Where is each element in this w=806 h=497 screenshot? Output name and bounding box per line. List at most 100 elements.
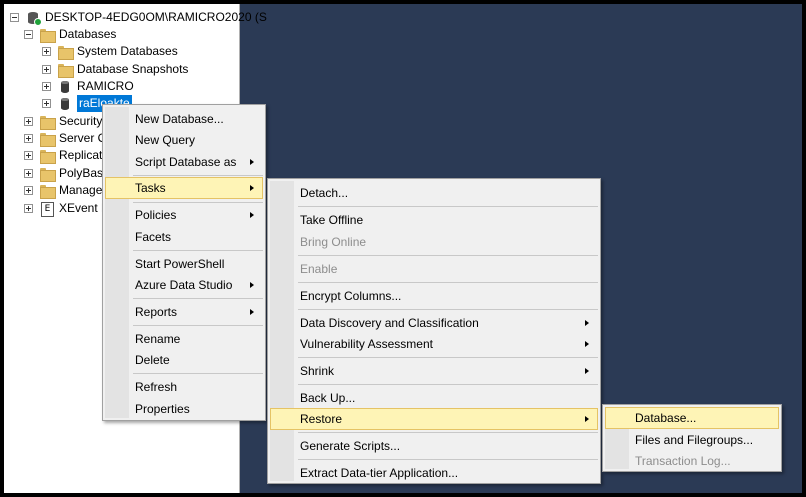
databases-label: Databases — [59, 27, 117, 41]
expand-icon[interactable] — [24, 186, 33, 195]
expand-icon[interactable] — [42, 99, 51, 108]
folder-icon — [39, 149, 56, 164]
menu-item-label: Restore — [300, 412, 343, 426]
menu-item-rename[interactable]: Rename — [105, 328, 263, 350]
tree-node-database-snapshots[interactable]: Database Snapshots — [42, 61, 188, 78]
submenu-arrow-icon — [250, 159, 254, 165]
menu-item-bring-online: Bring Online — [270, 231, 598, 253]
menu-item-label: Bring Online — [300, 235, 367, 249]
menu-item-label: Detach... — [300, 186, 349, 200]
xevent-icon — [39, 201, 55, 217]
ramicro-label: RAMICRO — [77, 79, 134, 93]
tree-node-server[interactable]: DESKTOP-4EDG0OM\RAMICRO2020 (S — [10, 9, 267, 26]
tree-node-system-databases[interactable]: System Databases — [42, 43, 178, 60]
menu-separator — [298, 357, 598, 358]
tree-node-replication[interactable]: Replicati — [24, 147, 105, 164]
folder-icon — [39, 167, 56, 182]
replication-label: Replicati — [59, 148, 106, 162]
menu-item-label: Take Offline — [300, 213, 364, 227]
submenu-arrow-icon — [585, 416, 589, 422]
folder-icon — [57, 63, 74, 78]
menu-separator — [133, 175, 263, 176]
menu-separator — [133, 202, 263, 203]
submenu-arrow-icon — [585, 341, 589, 347]
menu-item-data-discovery[interactable]: Data Discovery and Classification — [270, 312, 598, 334]
menu-item-new-database[interactable]: New Database... — [105, 108, 263, 130]
folder-icon — [39, 184, 56, 199]
menu-item-new-query[interactable]: New Query — [105, 129, 263, 151]
expand-icon[interactable] — [24, 204, 33, 213]
menu-item-label: Properties — [135, 402, 190, 416]
menu-item-label: Shrink — [300, 364, 335, 378]
menu-item-delete[interactable]: Delete — [105, 349, 263, 371]
menu-item-generate-scripts[interactable]: Generate Scripts... — [270, 435, 598, 457]
menu-item-restore[interactable]: Restore — [270, 408, 598, 430]
menu-item-label: Refresh — [135, 380, 178, 394]
menu-item-script-database-as[interactable]: Script Database as — [105, 151, 263, 173]
expand-icon[interactable] — [24, 151, 33, 160]
expand-icon[interactable] — [42, 47, 51, 56]
menu-item-back-up[interactable]: Back Up... — [270, 387, 598, 409]
management-label: Manage — [59, 183, 103, 197]
menu-item-properties[interactable]: Properties — [105, 398, 263, 420]
menu-item-tasks[interactable]: Tasks — [105, 177, 263, 199]
menu-item-files-filegroups[interactable]: Files and Filegroups... — [605, 429, 779, 451]
menu-item-transaction-log: Transaction Log... — [605, 450, 779, 472]
database-snapshots-label: Database Snapshots — [77, 62, 189, 76]
submenu-arrow-icon — [585, 368, 589, 374]
menu-item-reports[interactable]: Reports — [105, 301, 263, 323]
expand-icon[interactable] — [42, 65, 51, 74]
menu-item-detach[interactable]: Detach... — [270, 182, 598, 204]
menu-separator — [298, 432, 598, 433]
menu-item-label: Extract Data-tier Application... — [300, 466, 459, 480]
expand-icon[interactable] — [24, 134, 33, 143]
server-label: DESKTOP-4EDG0OM\RAMICRO2020 (S — [45, 10, 267, 24]
tree-node-server-objects[interactable]: Server O — [24, 130, 107, 147]
tree-node-databases[interactable]: Databases — [24, 26, 116, 43]
menu-item-refresh[interactable]: Refresh — [105, 376, 263, 398]
menu-item-label: Encrypt Columns... — [300, 289, 402, 303]
tree-node-ramicro[interactable]: RAMICRO — [42, 78, 134, 95]
tree-node-polybase[interactable]: PolyBase — [24, 165, 110, 182]
menu-item-label: Facets — [135, 230, 172, 244]
menu-item-azure-data-studio[interactable]: Azure Data Studio — [105, 274, 263, 296]
menu-item-start-powershell[interactable]: Start PowerShell — [105, 253, 263, 275]
tree-node-xevent[interactable]: XEvent P — [24, 200, 109, 217]
expand-icon[interactable] — [24, 117, 33, 126]
menu-item-label: Database... — [635, 411, 697, 425]
menu-item-label: Vulnerability Assessment — [300, 337, 433, 351]
submenu-arrow-icon — [250, 309, 254, 315]
database-context-menu: New Database... New Query Script Databas… — [102, 104, 266, 421]
security-label: Security — [59, 114, 103, 128]
menu-item-vulnerability-assessment[interactable]: Vulnerability Assessment — [270, 333, 598, 355]
menu-item-label: Rename — [135, 332, 181, 346]
server-icon — [25, 11, 42, 26]
tree-node-management[interactable]: Manage — [24, 182, 102, 199]
submenu-arrow-icon — [250, 282, 254, 288]
menu-item-shrink[interactable]: Shrink — [270, 360, 598, 382]
menu-item-label: Tasks — [135, 181, 166, 195]
menu-item-enable: Enable — [270, 258, 598, 280]
menu-item-label: Data Discovery and Classification — [300, 316, 479, 330]
ssms-window: DESKTOP-4EDG0OM\RAMICRO2020 (S Databases… — [4, 4, 802, 493]
menu-separator — [298, 282, 598, 283]
expand-icon[interactable] — [24, 169, 33, 178]
menu-separator — [133, 250, 263, 251]
expand-icon[interactable] — [42, 82, 51, 91]
menu-separator — [298, 255, 598, 256]
menu-item-restore-database[interactable]: Database... — [605, 407, 779, 429]
server-objects-label: Server O — [59, 131, 108, 145]
tree-node-security[interactable]: Security — [24, 113, 102, 130]
menu-item-label: Files and Filegroups... — [635, 433, 754, 447]
menu-item-extract-data-tier[interactable]: Extract Data-tier Application... — [270, 462, 598, 484]
menu-item-label: Reports — [135, 305, 178, 319]
menu-separator — [133, 373, 263, 374]
menu-item-label: Enable — [300, 262, 338, 276]
menu-item-encrypt-columns[interactable]: Encrypt Columns... — [270, 285, 598, 307]
menu-item-facets[interactable]: Facets — [105, 226, 263, 248]
collapse-icon[interactable] — [10, 13, 19, 22]
collapse-icon[interactable] — [24, 30, 33, 39]
menu-item-label: Back Up... — [300, 391, 356, 405]
menu-item-take-offline[interactable]: Take Offline — [270, 209, 598, 231]
menu-item-policies[interactable]: Policies — [105, 204, 263, 226]
